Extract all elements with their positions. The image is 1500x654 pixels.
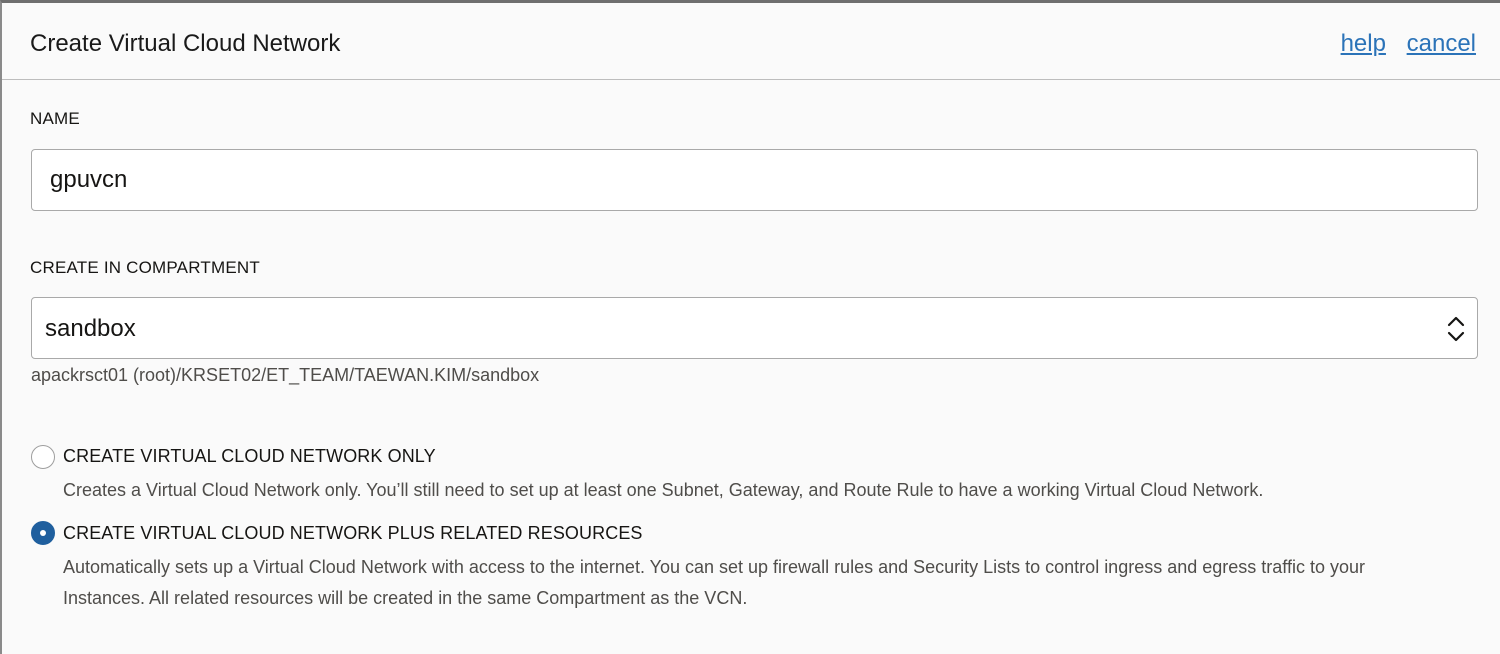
radio-vcn-plus-resources-label[interactable]: CREATE VIRTUAL CLOUD NETWORK PLUS RELATE…	[63, 523, 643, 544]
compartment-label: CREATE IN COMPARTMENT	[30, 258, 260, 277]
compartment-path: apackrsct01 (root)/KRSET02/ET_TEAM/TAEWA…	[31, 365, 540, 385]
name-label: NAME	[30, 109, 80, 128]
dialog-header: Create Virtual Cloud Network help cancel	[2, 3, 1500, 80]
name-input[interactable]	[31, 149, 1478, 211]
radio-vcn-plus-resources-description-line1: Automatically sets up a Virtual Cloud Ne…	[63, 557, 1365, 577]
radio-vcn-only-label[interactable]: CREATE VIRTUAL CLOUD NETWORK ONLY	[63, 446, 436, 467]
radio-vcn-only-description: Creates a Virtual Cloud Network only. Yo…	[63, 480, 1264, 500]
header-links: help cancel	[1327, 30, 1476, 58]
help-link[interactable]: help	[1341, 30, 1386, 57]
radio-vcn-plus-resources-description-line2: Instances. All related resources will be…	[63, 588, 748, 608]
radio-vcn-only[interactable]	[31, 445, 55, 469]
cancel-link[interactable]: cancel	[1407, 30, 1476, 57]
up-down-chevron-icon	[1447, 316, 1465, 342]
radio-vcn-plus-resources[interactable]	[31, 521, 55, 545]
create-vcn-dialog: Create Virtual Cloud Network help cancel…	[0, 0, 1500, 654]
dialog-title: Create Virtual Cloud Network	[30, 30, 341, 57]
compartment-selected-value: sandbox	[45, 315, 136, 342]
compartment-select[interactable]: sandbox	[31, 297, 1478, 359]
